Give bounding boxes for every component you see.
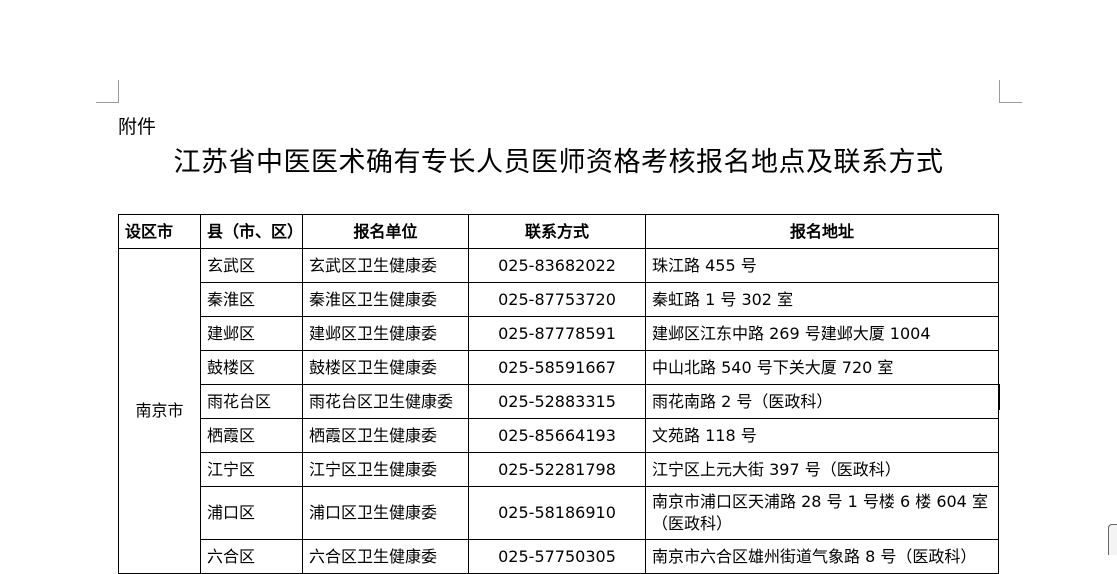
address-cell: 建邺区江东中路 269 号建邺大厦 1004: [645, 316, 999, 351]
phone-cell: 025-52883315: [468, 384, 646, 419]
county-cell: 建邺区: [200, 316, 303, 351]
unit-cell: 江宁区卫生健康委: [302, 452, 469, 487]
unit-cell: 雨花台区卫生健康委: [302, 384, 469, 419]
address-cell: 珠江路 455 号: [645, 248, 999, 283]
county-cell: 鼓楼区: [200, 350, 303, 385]
county-cell: 秦淮区: [200, 282, 303, 317]
header-county: 县（市、区）: [200, 214, 303, 249]
attachment-label: 附件: [118, 116, 157, 138]
table-row: 南京市 玄武区 玄武区卫生健康委 025-83682022 珠江路 455 号: [118, 248, 999, 574]
table-row: 建邺区 建邺区卫生健康委 025-87778591 建邺区江东中路 269 号建…: [119, 316, 999, 351]
county-cell: 六合区: [200, 539, 303, 574]
address-cell: 南京市浦口区天浦路 28 号 1 号楼 6 楼 604 室（医政科）: [645, 486, 999, 540]
address-cell: 雨花南路 2 号（医政科）: [645, 384, 999, 419]
unit-cell: 玄武区卫生健康委: [302, 248, 469, 283]
unit-cell: 秦淮区卫生健康委: [302, 282, 469, 317]
phone-cell: 025-83682022: [468, 248, 646, 283]
address-cell: 江宁区上元大街 397 号（医政科）: [645, 452, 999, 487]
table-row: 栖霞区 栖霞区卫生健康委 025-85664193 文苑路 118 号: [119, 418, 999, 453]
phone-cell: 025-58591667: [468, 350, 646, 385]
unit-cell: 浦口区卫生健康委: [302, 486, 469, 540]
county-cell: 雨花台区: [200, 384, 303, 419]
county-cell: 江宁区: [200, 452, 303, 487]
address-cell: 秦虹路 1 号 302 室: [645, 282, 999, 317]
table-row: 浦口区 浦口区卫生健康委 025-58186910 南京市浦口区天浦路 28 号…: [119, 486, 999, 540]
phone-cell: 025-58186910: [468, 486, 646, 540]
header-phone: 联系方式: [468, 214, 646, 249]
unit-cell: 建邺区卫生健康委: [302, 316, 469, 351]
county-cell: 玄武区: [200, 248, 303, 283]
unit-cell: 栖霞区卫生健康委: [302, 418, 469, 453]
document-title: 江苏省中医医术确有专长人员医师资格考核报名地点及联系方式: [173, 147, 944, 178]
header-city: 设区市: [118, 214, 201, 249]
table-row: 六合区 六合区卫生健康委 025-57750305 南京市六合区雄州街道气象路 …: [119, 539, 999, 574]
address-cell: 文苑路 118 号: [645, 418, 999, 453]
table-row: 江宁区 江宁区卫生健康委 025-52281798 江宁区上元大街 397 号（…: [119, 452, 999, 487]
city-cell: 南京市: [118, 248, 201, 574]
phone-cell: 025-52281798: [468, 452, 646, 487]
phone-cell: 025-85664193: [468, 418, 646, 453]
unit-cell: 鼓楼区卫生健康委: [302, 350, 469, 385]
phone-cell: 025-87753720: [468, 282, 646, 317]
table-row: 雨花台区 雨花台区卫生健康委 025-52883315 雨花南路 2 号（医政科…: [119, 384, 999, 419]
phone-cell: 025-87778591: [468, 316, 646, 351]
table-row: 鼓楼区 鼓楼区卫生健康委 025-58591667 中山北路 540 号下关大厦…: [119, 350, 999, 385]
crop-mark-top-left: [96, 80, 119, 103]
crop-mark-top-right: [999, 80, 1022, 103]
county-cell: 栖霞区: [200, 418, 303, 453]
county-cell: 浦口区: [200, 486, 303, 540]
header-unit: 报名单位: [302, 214, 469, 249]
scrollbar-handle[interactable]: [1108, 524, 1117, 555]
registration-table: 设区市 县（市、区） 报名单位 联系方式 报名地址 南京市 玄武区 玄武区卫生健…: [118, 214, 999, 574]
address-cell: 中山北路 540 号下关大厦 720 室: [645, 350, 999, 385]
text-cursor-edge: [998, 384, 1000, 410]
address-cell: 南京市六合区雄州街道气象路 8 号（医政科）: [645, 539, 999, 574]
table-row: 秦淮区 秦淮区卫生健康委 025-87753720 秦虹路 1 号 302 室: [119, 282, 999, 317]
unit-cell: 六合区卫生健康委: [302, 539, 469, 574]
table-header-row: 设区市 县（市、区） 报名单位 联系方式 报名地址: [118, 214, 999, 249]
phone-cell: 025-57750305: [468, 539, 646, 574]
header-address: 报名地址: [645, 214, 999, 249]
